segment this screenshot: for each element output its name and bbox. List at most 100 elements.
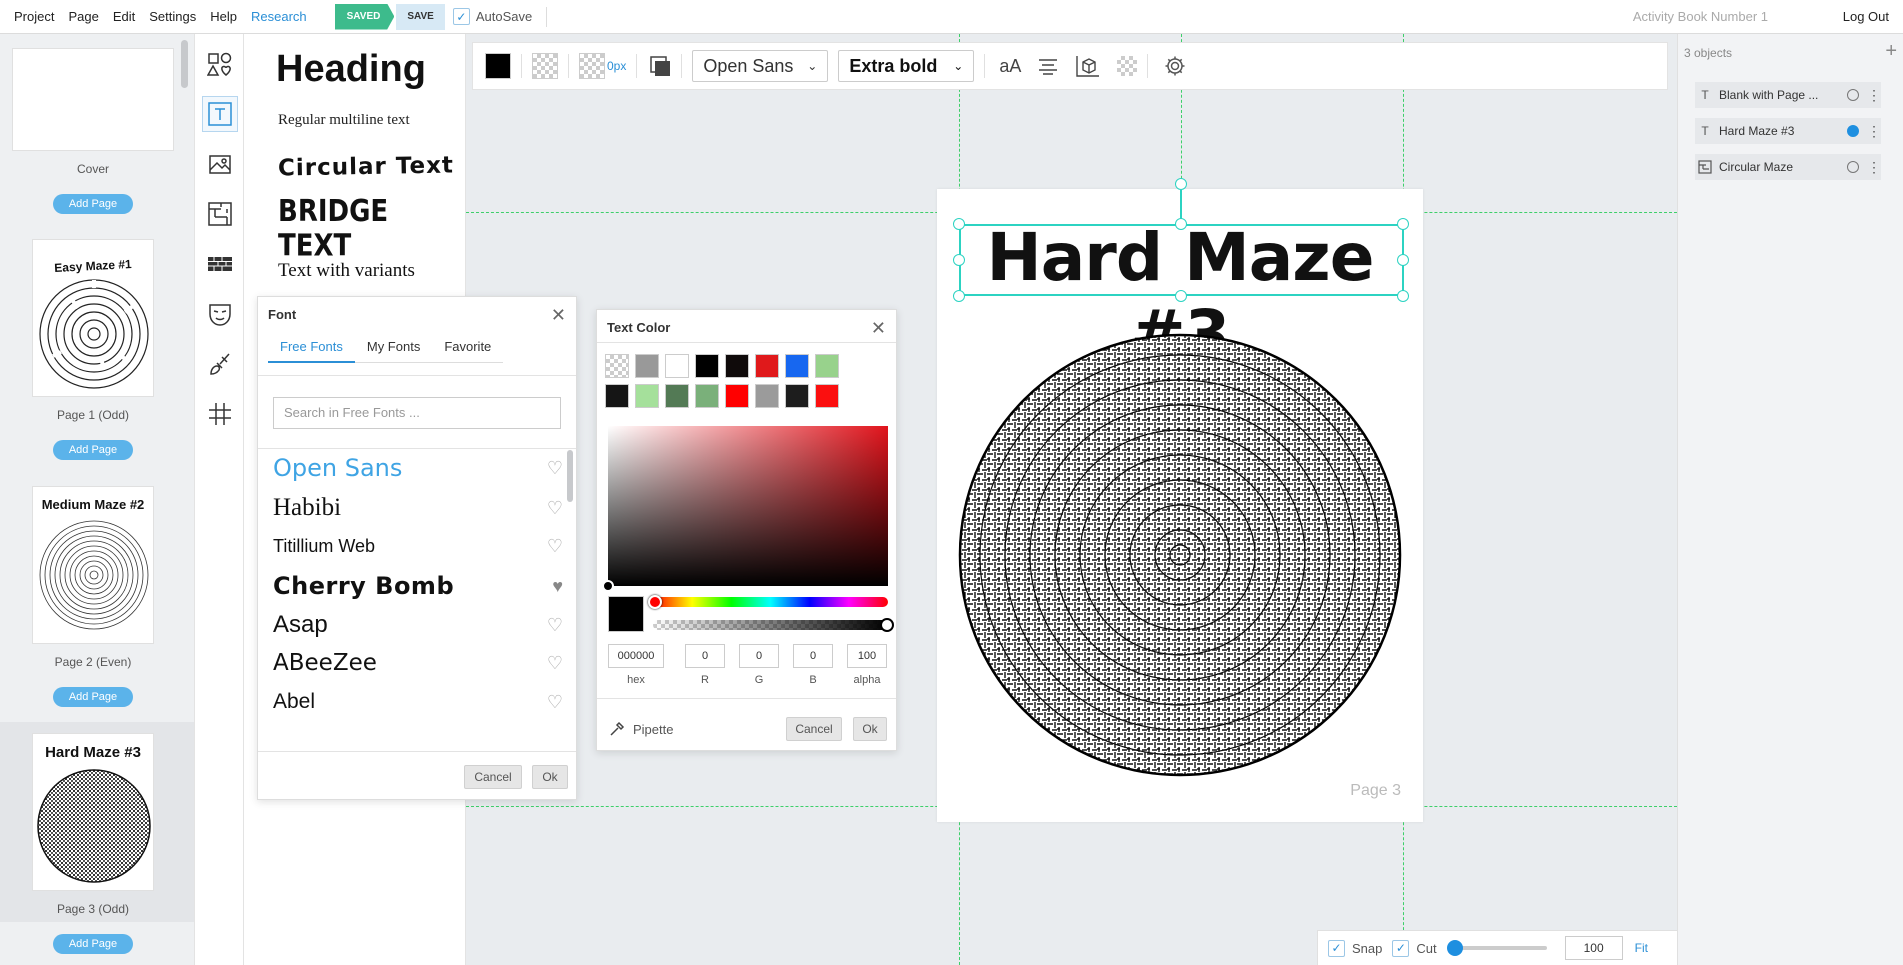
pages-scrollbar[interactable] (181, 40, 188, 88)
fit-button[interactable]: Fit (1635, 941, 1648, 955)
image-tool[interactable] (202, 146, 238, 182)
heart-icon[interactable]: ♡ (547, 692, 563, 713)
resize-handle[interactable] (1175, 218, 1187, 230)
cut-checkbox[interactable]: ✓ (1392, 939, 1410, 957)
resize-handle[interactable] (1175, 290, 1187, 302)
color-swatch[interactable] (695, 384, 719, 408)
hue-slider[interactable] (653, 597, 888, 607)
sticker-tool[interactable] (202, 296, 238, 332)
add-page-button[interactable]: Add Page (53, 687, 133, 707)
resize-handle[interactable] (953, 290, 965, 302)
color-swatch[interactable] (815, 354, 839, 378)
opacity-button[interactable] (1117, 56, 1138, 76)
heart-icon[interactable]: ♡ (547, 498, 563, 519)
font-list-item[interactable]: Cherry Bomb ♥ (273, 572, 563, 600)
grid-tool[interactable] (202, 396, 238, 432)
page-thumbnail-page-3[interactable]: Hard Maze #3 (32, 733, 154, 891)
text-style-variants[interactable]: Text with variants (278, 260, 415, 282)
object-list-item[interactable]: T Blank with Page ... ⋮ (1695, 82, 1881, 108)
align-button[interactable] (1037, 57, 1059, 75)
save-button[interactable]: SAVE (396, 3, 445, 30)
3d-text-button[interactable] (1075, 54, 1101, 78)
color-swatch[interactable] (725, 354, 749, 378)
font-list-item[interactable]: ABeeZee ♡ (273, 650, 563, 676)
zoom-input[interactable]: 100 (1564, 936, 1623, 960)
page-thumbnail-page-2[interactable]: Medium Maze #2 (32, 486, 154, 644)
object-select-radio[interactable] (1847, 161, 1859, 173)
color-swatch[interactable] (665, 354, 689, 378)
heart-icon[interactable]: ♡ (547, 653, 563, 674)
red-input[interactable]: 0 (685, 644, 725, 668)
tab-my-fonts[interactable]: My Fonts (354, 333, 433, 363)
blue-input[interactable]: 0 (793, 644, 833, 668)
selection-box[interactable] (959, 224, 1404, 296)
text-tool[interactable] (202, 96, 238, 132)
green-input[interactable]: 0 (739, 644, 779, 668)
saturation-value-picker[interactable] (608, 426, 888, 586)
snap-checkbox[interactable]: ✓ (1328, 939, 1345, 957)
object-select-radio[interactable] (1847, 89, 1859, 101)
menu-edit[interactable]: Edit (113, 9, 135, 24)
pipette-button[interactable]: Pipette (609, 721, 673, 737)
font-list-item[interactable]: Titillium Web ♡ (273, 536, 563, 557)
menu-page[interactable]: Page (68, 9, 98, 24)
zoom-slider[interactable] (1446, 940, 1547, 956)
resize-handle[interactable] (953, 218, 965, 230)
add-page-button[interactable]: Add Page (53, 934, 133, 954)
close-icon[interactable]: ✕ (551, 305, 566, 326)
close-icon[interactable]: ✕ (871, 318, 886, 339)
object-select-radio[interactable] (1847, 125, 1859, 137)
heart-icon[interactable]: ♡ (547, 615, 563, 636)
menu-settings[interactable]: Settings (149, 9, 196, 24)
tab-free-fonts[interactable]: Free Fonts (268, 333, 355, 363)
more-vertical-icon[interactable]: ⋮ (1867, 159, 1881, 176)
plus-icon[interactable]: + (1885, 40, 1897, 63)
color-swatch[interactable] (815, 384, 839, 408)
tab-favorite[interactable]: Favorite (432, 333, 504, 363)
color-swatch[interactable] (665, 384, 689, 408)
page-thumbnail-page-1[interactable]: Easy Maze #1 (32, 239, 154, 397)
stroke-width-value[interactable]: 0px (607, 59, 626, 73)
heart-icon[interactable]: ♡ (547, 536, 563, 557)
more-vertical-icon[interactable]: ⋮ (1867, 123, 1881, 140)
shadow-button[interactable] (649, 55, 671, 77)
text-style-circular[interactable]: Circular Text (278, 152, 454, 181)
page-number-text[interactable]: Page 3 (1350, 782, 1401, 800)
resize-handle[interactable] (1397, 290, 1409, 302)
text-case-button[interactable]: aA (999, 56, 1021, 77)
color-swatch[interactable] (695, 354, 719, 378)
font-weight-select[interactable]: Extra bold ⌄ (838, 50, 975, 82)
text-style-heading[interactable]: Heading (276, 48, 426, 91)
color-swatch[interactable] (785, 354, 809, 378)
font-cancel-button[interactable]: Cancel (464, 765, 522, 789)
color-swatch[interactable] (605, 354, 629, 378)
object-list-item[interactable]: T Hard Maze #3 ⋮ (1695, 118, 1881, 144)
object-list-item[interactable]: Circular Maze ⋮ (1695, 154, 1881, 180)
add-page-button[interactable]: Add Page (53, 194, 133, 214)
resize-handle[interactable] (1397, 218, 1409, 230)
alpha-input[interactable]: 100 (847, 644, 887, 668)
heart-filled-icon[interactable]: ♥ (552, 576, 563, 597)
font-list-item[interactable]: Abel ♡ (273, 690, 563, 714)
font-list-item[interactable]: Open Sans ♡ (273, 454, 563, 482)
font-list-item[interactable]: Asap ♡ (273, 611, 563, 639)
font-search-input[interactable]: Search in Free Fonts ... (273, 397, 561, 429)
more-vertical-icon[interactable]: ⋮ (1867, 87, 1881, 104)
brush-tool[interactable] (202, 346, 238, 382)
pattern-tool[interactable] (202, 246, 238, 282)
font-list-scrollbar[interactable] (567, 450, 573, 502)
shapes-tool[interactable] (202, 46, 238, 82)
circular-maze-image[interactable] (957, 332, 1403, 778)
resize-handle[interactable] (1397, 254, 1409, 266)
color-swatch[interactable] (725, 384, 749, 408)
font-list-item[interactable]: Habibi ♡ (273, 494, 563, 522)
logout-link[interactable]: Log Out (1843, 9, 1889, 24)
color-picker-cursor[interactable] (602, 580, 614, 592)
stroke-color-swatch[interactable] (579, 53, 605, 79)
color-ok-button[interactable]: Ok (853, 717, 887, 741)
add-page-button[interactable]: Add Page (53, 440, 133, 460)
font-family-select[interactable]: Open Sans ⌄ (692, 50, 829, 82)
heart-icon[interactable]: ♡ (547, 458, 563, 479)
page-thumbnail-cover[interactable] (12, 48, 174, 151)
alpha-slider-knob[interactable] (880, 618, 894, 632)
